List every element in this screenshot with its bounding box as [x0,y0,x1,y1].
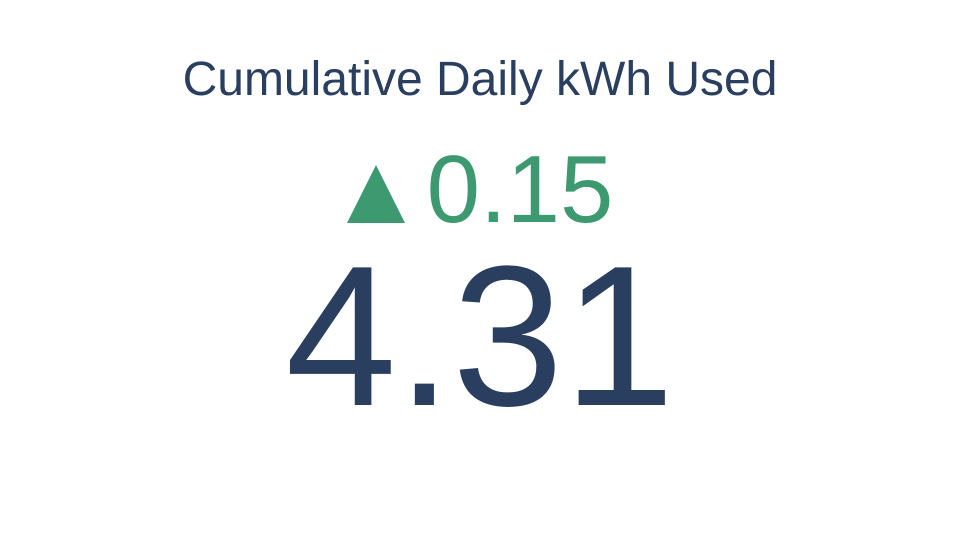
indicator-title: Cumulative Daily kWh Used [182,53,778,106]
indicator-card: Cumulative Daily kWh Used 0.15 4.31 [0,0,960,540]
triangle-up-icon [346,165,405,223]
indicator-value: 4.31 [285,225,675,448]
